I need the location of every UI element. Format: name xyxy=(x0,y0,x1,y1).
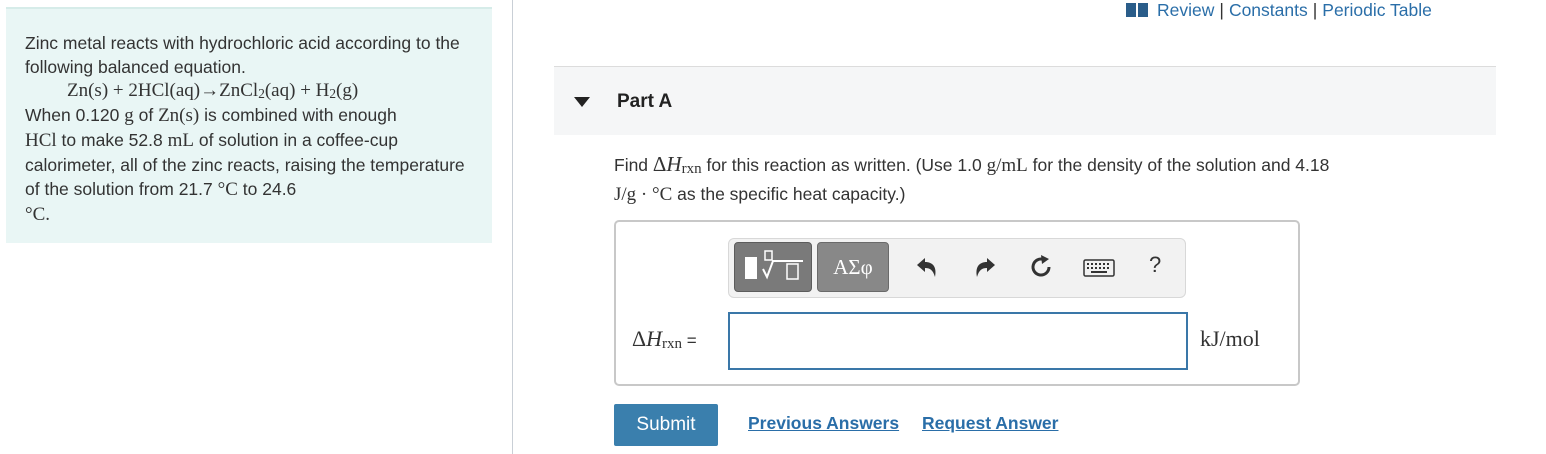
redo-icon[interactable] xyxy=(971,253,999,281)
problem-panel: Zinc metal reacts with hydrochloric acid… xyxy=(6,7,492,243)
separator: | xyxy=(1219,0,1224,20)
separator: | xyxy=(1312,0,1318,20)
unit-label: kJ/mol xyxy=(1200,326,1260,351)
answer-input[interactable] xyxy=(728,312,1188,370)
templates-icon xyxy=(745,250,803,280)
periodic-table-link[interactable]: Periodic Table xyxy=(1322,0,1432,21)
request-answer-link[interactable]: Request Answer xyxy=(922,413,1058,434)
review-link[interactable]: Review xyxy=(1157,0,1214,21)
keyboard-icon[interactable] xyxy=(1083,259,1115,277)
problem-intro: Zinc metal reacts with hydrochloric acid… xyxy=(25,33,460,77)
part-a-header[interactable]: Part A xyxy=(554,66,1496,135)
panel-divider xyxy=(512,0,513,454)
symbols-button[interactable]: ΑΣφ xyxy=(817,242,889,292)
templates-button[interactable] xyxy=(734,242,812,292)
math-toolbar: ΑΣφ ? xyxy=(728,238,1186,298)
previous-answers-link[interactable]: Previous Answers xyxy=(748,413,899,434)
delta-h-label: ΔHrxn = xyxy=(632,326,697,352)
question-text: Find ΔHrxn for this reaction as written.… xyxy=(614,152,1330,205)
part-title: Part A xyxy=(617,91,673,112)
top-links: Review | Constants | Periodic Table xyxy=(1126,0,1432,20)
undo-icon[interactable] xyxy=(913,253,941,281)
answer-box: ΑΣφ ? ΔHrxn = kJ/mol xyxy=(614,220,1300,386)
submit-button[interactable]: Submit xyxy=(614,404,718,446)
constants-link[interactable]: Constants xyxy=(1229,0,1308,21)
problem-body: When 0.120 g of Zn(s) is combined with e… xyxy=(25,105,465,225)
balanced-equation: Zn(s) + 2HCl(aq)→ZnCl2(aq) + H2(g) xyxy=(67,80,359,101)
problem-statement: Zinc metal reacts with hydrochloric acid… xyxy=(25,31,465,227)
book-icon xyxy=(1126,3,1148,17)
collapse-caret-icon[interactable] xyxy=(574,97,590,107)
reset-icon[interactable] xyxy=(1027,253,1055,281)
help-icon[interactable]: ? xyxy=(1149,252,1169,280)
